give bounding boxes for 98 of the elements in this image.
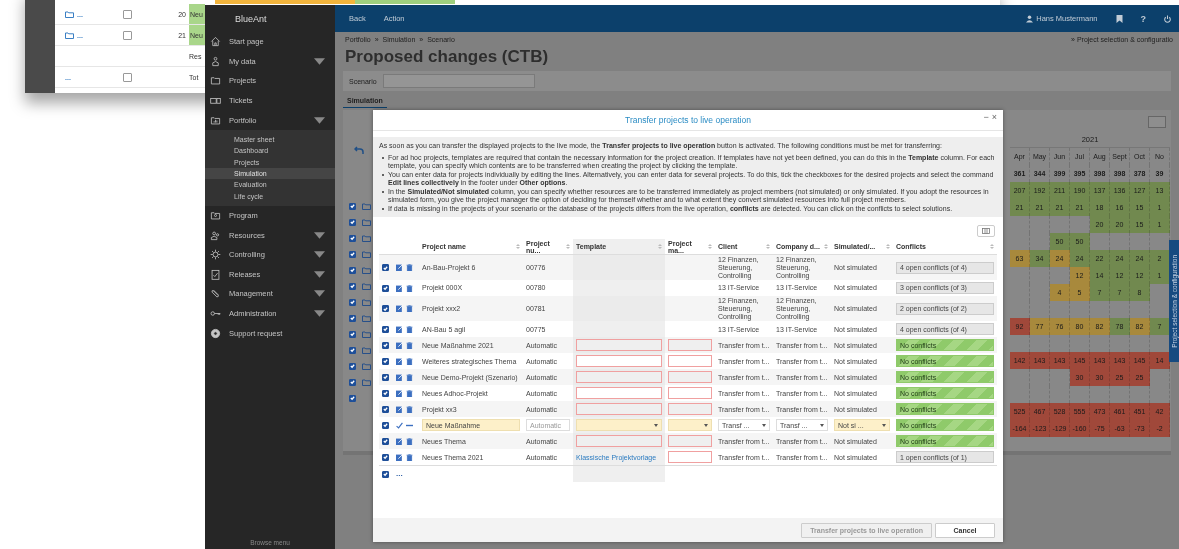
trash-icon[interactable] <box>406 341 413 349</box>
caret-icon <box>314 249 325 261</box>
checkbox[interactable] <box>349 394 356 402</box>
bookmark-icon[interactable] <box>1115 14 1123 23</box>
trash-icon[interactable] <box>406 305 413 313</box>
user-icon <box>1026 14 1034 23</box>
caret-icon <box>762 423 766 427</box>
trash-icon[interactable] <box>406 284 413 292</box>
lifebuoy-icon <box>210 327 221 339</box>
minimize-button[interactable]: − <box>983 113 989 122</box>
checkbox[interactable] <box>382 284 389 292</box>
edit-icon[interactable] <box>396 373 403 381</box>
caret-icon <box>820 423 824 427</box>
checkbox[interactable] <box>382 389 389 397</box>
columns-icon <box>982 228 990 235</box>
power-icon[interactable] <box>1164 14 1171 23</box>
caret-icon <box>882 423 886 427</box>
edit-icon[interactable] <box>396 284 403 292</box>
trash-icon[interactable] <box>406 357 413 365</box>
help-button[interactable]: ? <box>1140 13 1146 24</box>
caret-icon <box>314 55 325 67</box>
trash-icon[interactable] <box>406 389 413 397</box>
edit-icon[interactable] <box>396 325 403 333</box>
checkbox[interactable] <box>349 202 356 210</box>
folder-people-icon <box>210 210 221 222</box>
manager-field[interactable] <box>668 371 712 384</box>
manager-field[interactable] <box>668 451 712 464</box>
edit-icon[interactable] <box>396 453 403 461</box>
trash-icon[interactable] <box>406 264 413 272</box>
clipboard-check-icon <box>210 268 221 280</box>
trash-icon[interactable] <box>406 373 413 381</box>
caret-icon <box>704 423 708 427</box>
checkbox[interactable] <box>382 421 389 429</box>
people-icon <box>210 229 221 241</box>
person-icon <box>210 55 221 67</box>
checkbox[interactable] <box>382 437 389 445</box>
checkbox[interactable] <box>349 298 356 306</box>
checkbox[interactable] <box>349 282 356 290</box>
checkbox[interactable] <box>382 470 389 478</box>
folder-icon[interactable] <box>65 10 74 18</box>
edit-icon[interactable] <box>396 437 403 445</box>
checkbox[interactable] <box>349 234 356 242</box>
manager-field[interactable] <box>668 387 712 400</box>
page-title: Proposed changes (CTB) <box>344 46 550 67</box>
edit-icon[interactable] <box>396 305 403 313</box>
manager-field[interactable] <box>668 339 712 352</box>
more-options-button[interactable]: ... <box>396 468 403 478</box>
trash-icon[interactable] <box>406 405 413 413</box>
checkbox[interactable] <box>382 264 389 272</box>
check-icon[interactable] <box>396 421 403 429</box>
checkbox[interactable] <box>349 314 356 322</box>
manager-field[interactable] <box>668 435 712 448</box>
caret-icon <box>654 423 658 427</box>
checkbox[interactable] <box>382 357 389 365</box>
checkbox[interactable] <box>123 72 132 82</box>
caret-icon <box>314 229 325 241</box>
checkbox[interactable] <box>349 330 356 338</box>
checkbox[interactable] <box>349 378 356 386</box>
trash-icon[interactable] <box>406 325 413 333</box>
checkbox[interactable] <box>123 30 132 40</box>
undo-icon[interactable] <box>354 146 364 154</box>
folder-icon <box>210 75 221 87</box>
caret-icon <box>314 268 325 280</box>
scenario-field[interactable] <box>382 74 535 88</box>
dialog-title: Transfer projects to live operation <box>625 115 751 125</box>
checkbox[interactable] <box>382 453 389 461</box>
caret-icon <box>314 308 325 319</box>
edit-icon[interactable] <box>396 389 403 397</box>
checkbox[interactable] <box>382 305 389 313</box>
manager-field[interactable] <box>668 355 712 368</box>
edit-icon[interactable] <box>396 405 403 413</box>
caret-icon <box>314 288 325 300</box>
gear-icon <box>210 249 221 261</box>
checkbox[interactable] <box>349 218 356 226</box>
folder-chart-icon <box>210 114 221 126</box>
edit-icon[interactable] <box>396 341 403 349</box>
edit-icon[interactable] <box>396 264 403 272</box>
checkbox[interactable] <box>123 9 132 19</box>
checkbox[interactable] <box>349 250 356 258</box>
checkbox[interactable] <box>349 346 356 354</box>
checkbox[interactable] <box>382 373 389 381</box>
folder-icon[interactable] <box>65 31 74 39</box>
paperclip-icon <box>210 288 221 300</box>
checkbox[interactable] <box>349 362 356 370</box>
trash-icon[interactable] <box>406 453 413 461</box>
checkbox[interactable] <box>349 266 356 274</box>
manager-field[interactable] <box>668 403 712 416</box>
caret-icon <box>314 114 325 126</box>
checkbox[interactable] <box>382 405 389 413</box>
house-icon <box>210 36 221 48</box>
checkbox[interactable] <box>382 341 389 349</box>
key-icon <box>210 308 221 319</box>
edit-icon[interactable] <box>396 357 403 365</box>
tickets-icon <box>210 95 221 107</box>
trash-icon[interactable] <box>406 437 413 445</box>
checkbox[interactable] <box>382 325 389 333</box>
logo[interactable]: BlueAnt <box>235 13 267 24</box>
close-button[interactable]: × <box>991 113 997 122</box>
